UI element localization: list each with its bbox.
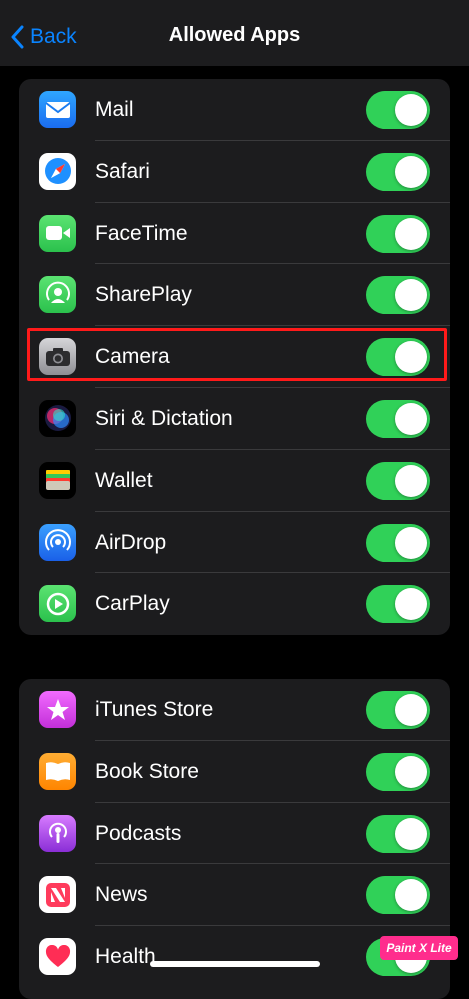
itunes-store-toggle[interactable] [366,691,430,729]
siri-toggle[interactable] [366,399,430,438]
list-item-facetime: FaceTime [19,203,450,265]
book-icon [39,752,76,790]
airdrop-toggle[interactable] [366,523,430,562]
item-label: Mail [95,98,134,121]
mail-icon [39,91,76,128]
page-title: Allowed Apps [168,24,301,46]
podcasts-toggle[interactable] [366,814,430,853]
shareplay-toggle[interactable] [366,276,430,315]
star-icon [39,691,76,728]
safari-toggle[interactable] [366,152,430,191]
airdrop-icon [39,523,76,561]
item-label: Siri & Dictation [95,406,233,430]
safari-icon [39,152,76,190]
home-indicator [150,961,320,967]
item-label: iTunes Store [95,698,214,721]
list-item-wallet: Wallet [19,450,450,512]
shareplay-icon [39,276,76,314]
item-label: AirDrop [95,530,167,554]
item-label: Book Store [95,759,199,783]
siri-icon [39,399,76,437]
item-label: Health [95,945,156,969]
carplay-icon [39,585,76,623]
item-label: News [95,883,148,907]
carplay-toggle[interactable] [366,585,430,624]
news-icon [39,876,76,914]
list-item-safari: Safari [19,141,450,203]
wallet-icon [39,461,76,499]
list-item-itunes-store: iTunes Store [19,679,450,741]
heart-icon [39,938,76,976]
item-label: SharePlay [95,283,192,307]
mail-toggle[interactable] [366,91,430,129]
item-label: Wallet [95,468,153,492]
wallet-toggle[interactable] [366,461,430,500]
list-item-podcasts: Podcasts [19,803,450,865]
watermark-logo: Paint X Lite [380,936,458,960]
podcasts-icon [39,814,76,852]
book-store-toggle[interactable] [366,752,430,791]
facetime-icon [39,214,76,252]
item-label: CarPlay [95,592,170,616]
facetime-toggle[interactable] [366,214,430,253]
list-item-airdrop: AirDrop [19,512,450,574]
item-label: FaceTime [95,221,188,245]
item-label: Podcasts [95,821,182,845]
camera-highlight-box [27,328,447,381]
list-item-mail: Mail [19,79,450,141]
item-label: Safari [95,159,150,183]
list-item-news: News [19,864,450,927]
news-toggle[interactable] [366,876,430,915]
list-item-carplay: CarPlay [19,573,450,635]
navigation-bar: Back Allowed Apps [0,0,469,66]
list-item-siri: Siri & Dictation [19,388,450,450]
list-item-book-store: Book Store [19,741,450,803]
list-item-shareplay: SharePlay [19,264,450,327]
